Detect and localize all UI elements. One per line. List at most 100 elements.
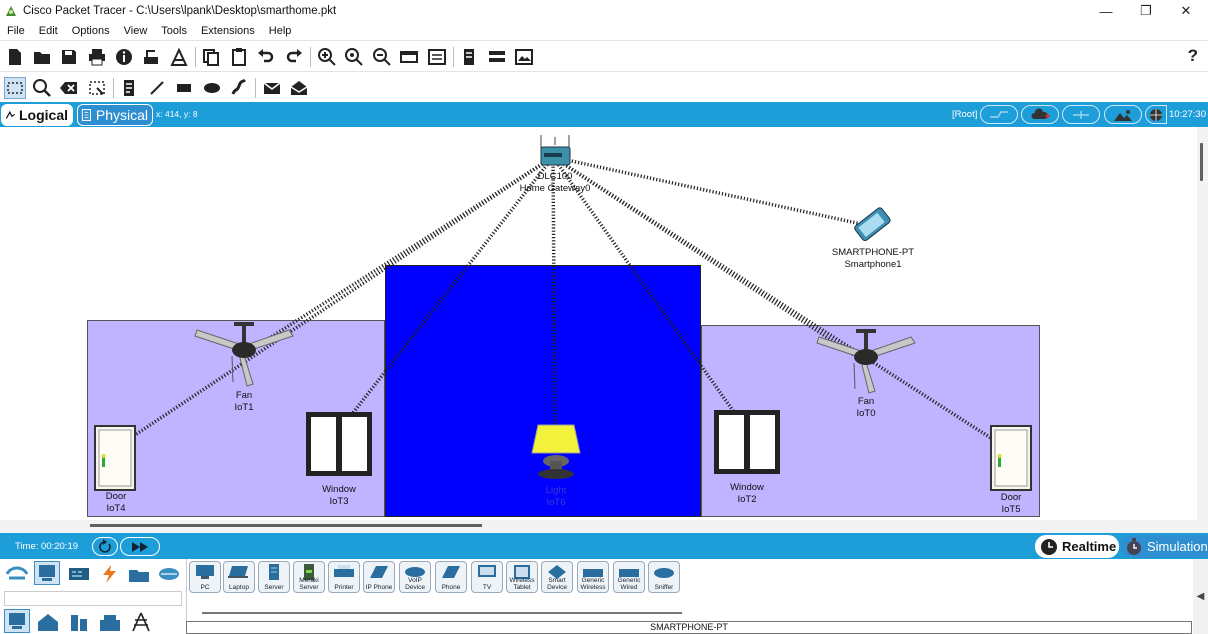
palette-device-generic-wired[interactable]: Generic Wired	[613, 561, 645, 593]
custom-device-dialog-icon[interactable]	[426, 46, 448, 68]
tab-logical[interactable]: Logical	[1, 104, 73, 126]
redo-icon[interactable]	[283, 46, 305, 68]
drawing-palette-icon[interactable]	[398, 46, 420, 68]
close-button[interactable]: ✕	[1166, 0, 1206, 22]
vertical-scrollbar[interactable]	[1197, 127, 1208, 520]
subcategory-smart-city-icon[interactable]	[66, 610, 92, 634]
horizontal-scrollbar[interactable]	[0, 520, 1197, 531]
lamp-icon[interactable]	[528, 421, 584, 487]
category-network-devices-icon[interactable]	[4, 562, 30, 586]
category-multiuser-icon[interactable]	[156, 562, 182, 586]
zoom-reset-icon[interactable]	[343, 46, 365, 68]
subcategory-home-icon[interactable]	[35, 610, 61, 634]
ceiling-fan-icon[interactable]	[815, 327, 917, 397]
power-cycle-button[interactable]	[92, 537, 118, 556]
palette-device-printer[interactable]: Printer	[328, 561, 360, 593]
navigation-button[interactable]	[980, 105, 1018, 124]
paste-icon[interactable]	[228, 46, 250, 68]
viewport-icon[interactable]	[458, 46, 480, 68]
palette-device-generic-wireless[interactable]: Generic Wireless	[577, 561, 609, 593]
network-wizard-icon[interactable]	[140, 46, 162, 68]
menu-tools[interactable]: Tools	[154, 25, 194, 37]
sniffer-icon	[654, 568, 674, 578]
smartphone-icon[interactable]	[846, 207, 900, 243]
palette-device-tv[interactable]: TV	[471, 561, 503, 593]
menu-help[interactable]: Help	[262, 25, 299, 37]
palette-device-meraki-server[interactable]: Meraki Server	[293, 561, 325, 593]
palette-device-wireless-tablet[interactable]: Wireless Tablet	[506, 561, 538, 593]
select-tool-icon[interactable]	[4, 77, 26, 99]
minimize-button[interactable]: —	[1086, 0, 1126, 22]
save-icon[interactable]	[58, 46, 80, 68]
ellipse-tool-icon[interactable]	[201, 77, 223, 99]
add-complex-pdu-icon[interactable]	[288, 77, 310, 99]
print-icon[interactable]	[86, 46, 108, 68]
delete-tool-icon[interactable]	[58, 77, 80, 99]
subcategory-end-devices-icon[interactable]	[4, 609, 30, 633]
palette-device-smart-device[interactable]: Smart Device	[541, 561, 573, 593]
set-background-button[interactable]	[1104, 105, 1142, 124]
fast-forward-button[interactable]	[120, 537, 160, 556]
palette-device-label: IP Phone	[365, 584, 393, 591]
palette-device-phone[interactable]: Phone	[435, 561, 467, 593]
root-breadcrumb[interactable]: [Root]	[952, 109, 977, 120]
simulation-mode-button[interactable]: Simulation	[1121, 535, 1208, 558]
logical-workspace[interactable]: DLC100 Home Gateway0 SMARTPHONE-PT Smart…	[0, 127, 1197, 520]
open-folder-icon[interactable]	[31, 46, 53, 68]
window-icon[interactable]	[305, 411, 373, 477]
palette-device-server[interactable]: Server	[258, 561, 290, 593]
help-button[interactable]: ?	[1188, 46, 1198, 66]
screenshot-icon[interactable]	[513, 46, 535, 68]
light-name: IoT6	[546, 497, 566, 508]
resize-tool-icon[interactable]	[86, 77, 108, 99]
palette-device-sniffer[interactable]: Sniffer	[648, 561, 680, 593]
palette-scrollbar[interactable]	[202, 612, 682, 614]
menu-file[interactable]: File	[0, 25, 32, 37]
move-object-button[interactable]	[1062, 105, 1100, 124]
menu-view[interactable]: View	[117, 25, 155, 37]
add-simple-pdu-icon[interactable]	[261, 77, 283, 99]
note-tool-icon[interactable]	[118, 77, 140, 99]
rectangle-tool-icon[interactable]	[173, 77, 195, 99]
window-icon[interactable]	[713, 409, 781, 475]
title-bar: Cisco Packet Tracer - C:\Users\lpank\Des…	[0, 0, 1208, 22]
category-search-field[interactable]	[4, 591, 182, 606]
ceiling-fan-icon[interactable]	[193, 320, 295, 390]
maximize-button[interactable]: ❐	[1126, 0, 1166, 22]
tab-logical-label: Logical	[18, 107, 68, 123]
category-end-devices-icon[interactable]	[34, 561, 60, 585]
subcategory-industrial-icon[interactable]	[97, 610, 123, 634]
category-components-icon[interactable]	[66, 562, 92, 586]
new-file-icon[interactable]	[4, 46, 26, 68]
activity-wizard-icon[interactable]	[168, 46, 190, 68]
line-tool-icon[interactable]	[146, 77, 168, 99]
door-icon[interactable]	[990, 425, 1032, 491]
palette-device-pc[interactable]: PC	[189, 561, 221, 593]
palette-device-ip-phone[interactable]: IP Phone	[363, 561, 395, 593]
menu-edit[interactable]: Edit	[32, 25, 65, 37]
door4-name: IoT4	[106, 503, 126, 514]
palette-collapse-button[interactable]: ◀	[1193, 559, 1208, 634]
smartphone-label: SMARTPHONE-PT Smartphone1	[826, 247, 920, 271]
info-icon[interactable]	[113, 46, 135, 68]
category-connections-icon[interactable]	[96, 562, 122, 586]
freeform-tool-icon[interactable]	[228, 77, 250, 99]
viewport-button[interactable]	[1145, 105, 1167, 124]
zoom-in-icon[interactable]	[316, 46, 338, 68]
copy-icon[interactable]	[200, 46, 222, 68]
zoom-out-icon[interactable]	[371, 46, 393, 68]
home-gateway-icon[interactable]	[538, 133, 574, 169]
menu-extensions[interactable]: Extensions	[194, 25, 262, 37]
palette-device-laptop[interactable]: Laptop	[223, 561, 255, 593]
door-icon[interactable]	[94, 425, 136, 491]
subcategory-power-grid-icon[interactable]	[128, 610, 154, 634]
cluster-button[interactable]	[1021, 105, 1059, 124]
menu-options[interactable]: Options	[65, 25, 117, 37]
inspect-tool-icon[interactable]	[31, 77, 53, 99]
palette-device-voip-device[interactable]: VoIP Device	[399, 561, 431, 593]
realtime-mode-button[interactable]: Realtime	[1035, 535, 1119, 558]
tab-physical[interactable]: Physical	[77, 104, 153, 126]
device-template-icon[interactable]	[486, 46, 508, 68]
undo-icon[interactable]	[255, 46, 277, 68]
category-miscellaneous-icon[interactable]	[126, 562, 152, 586]
